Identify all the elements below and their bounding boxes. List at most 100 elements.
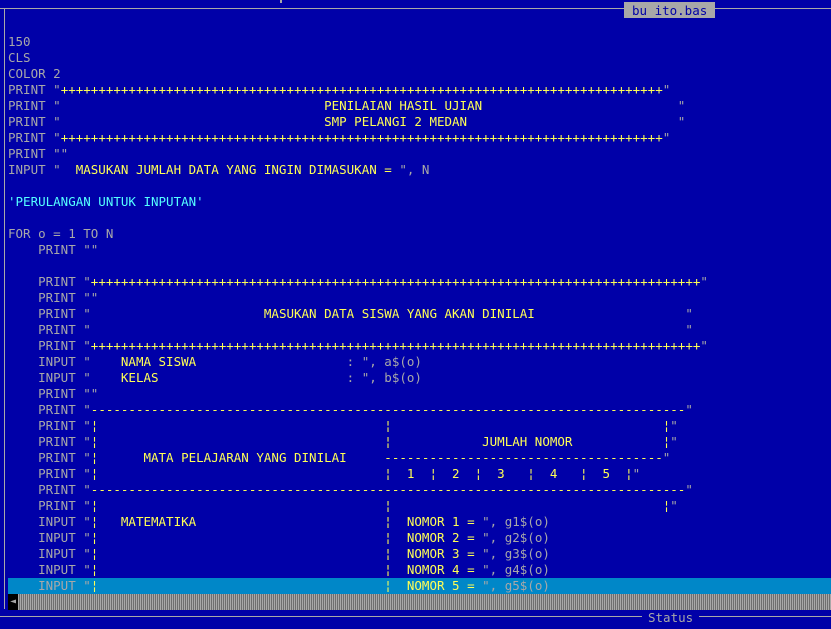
string-literal: ¦ ¦ JUMLAH NOMOR ¦ — [90, 434, 671, 449]
quote: ", g5$(o) — [482, 578, 550, 593]
code-line: PRINT " MASUKAN DATA SISWA YANG AKAN DIN… — [8, 306, 693, 322]
code-line: INPUT "¦ ¦ NOMOR 3 = ", g3$(o) — [8, 546, 550, 562]
code-line: INPUT " KELAS : ", b$(o) — [8, 370, 422, 386]
string-literal: ++++++++++++++++++++++++++++++++++++++++… — [90, 274, 701, 289]
keyword: INPUT " — [8, 514, 91, 529]
quote: ", g4$(o) — [482, 562, 550, 577]
keyword: INPUT " — [8, 578, 91, 593]
quote: : ", b$(o) — [158, 370, 422, 385]
code-line: PRINT "¦ ¦ 1 ¦ 2 ¦ 3 ¦ 4 ¦ 5 ¦" — [8, 466, 640, 482]
code-line: INPUT " MASUKAN JUMLAH DATA YANG INGIN D… — [8, 162, 429, 178]
string-literal: MASUKAN JUMLAH DATA YANG INGIN DIMASUKAN… — [75, 162, 400, 177]
code-line: PRINT " SMP PELANGI 2 MEDAN " — [8, 114, 685, 130]
keyword: PRINT " — [8, 274, 91, 289]
string-literal: PENILAIAN HASIL UJIAN — [60, 98, 483, 113]
code-line: PRINT " " — [8, 322, 693, 338]
code-line: PRINT "" — [8, 386, 99, 401]
status-bar — [0, 616, 831, 629]
keyword: PRINT " — [8, 402, 91, 417]
string-literal: ¦ ¦ NOMOR 3 = — [90, 546, 483, 561]
code-line: PRINT "---------------------------------… — [8, 482, 693, 498]
window-title[interactable]: bu ito.bas — [624, 2, 716, 18]
string-literal: ¦ ¦ ¦ — [90, 498, 671, 513]
keyword: PRINT " — [8, 306, 91, 321]
quote: ", N — [399, 162, 430, 177]
quote: " — [670, 434, 678, 449]
keyword: PRINT " — [8, 130, 61, 145]
quote: " — [534, 306, 693, 321]
code-line: PRINT "+++++++++++++++++++++++++++++++++… — [8, 82, 670, 98]
keyword: INPUT " — [8, 562, 91, 577]
code-line: PRINT "¦ MATA PELAJARAN YANG DINILAI ---… — [8, 450, 670, 466]
keyword: INPUT " — [8, 546, 91, 561]
keyword: INPUT " — [8, 354, 91, 369]
code-line: PRINT "+++++++++++++++++++++++++++++++++… — [8, 130, 670, 146]
code-line: PRINT "" — [8, 146, 69, 161]
string-literal: MASUKAN DATA SISWA YANG AKAN DINILAI — [90, 306, 535, 321]
code-line: PRINT "¦ ¦ JUMLAH NOMOR ¦" — [8, 434, 678, 450]
string-literal: ¦ ¦ NOMOR 4 = — [90, 562, 483, 577]
string-literal: ++++++++++++++++++++++++++++++++++++++++… — [60, 82, 663, 97]
code-line: PRINT "+++++++++++++++++++++++++++++++++… — [8, 338, 708, 354]
window-frame-left — [4, 9, 5, 609]
keyword: INPUT " — [8, 162, 76, 177]
code-line: PRINT "---------------------------------… — [8, 402, 693, 418]
string-literal: ++++++++++++++++++++++++++++++++++++++++… — [90, 338, 701, 353]
string-literal: SMP PELANGI 2 MEDAN — [60, 114, 468, 129]
quote: " — [662, 82, 671, 97]
code-line: FOR o = 1 TO N — [8, 226, 114, 241]
code-line: 150 — [8, 34, 31, 49]
quote: " — [700, 338, 708, 353]
code-line: COLOR 2 — [8, 66, 61, 81]
quote: " — [662, 130, 671, 145]
keyword: PRINT " — [8, 82, 61, 97]
quote: ", g3$(o) — [482, 546, 550, 561]
keyword: PRINT " — [8, 498, 91, 513]
string-literal: ++++++++++++++++++++++++++++++++++++++++… — [60, 130, 663, 145]
code-line: PRINT "+++++++++++++++++++++++++++++++++… — [8, 274, 708, 290]
menu-marker — [280, 0, 282, 3]
quote: " — [685, 482, 693, 497]
string-literal: KELAS — [90, 370, 159, 385]
keyword: INPUT " — [8, 530, 91, 545]
string-literal: ¦ ¦ NOMOR 5 = — [90, 578, 483, 593]
quote: " — [700, 274, 708, 289]
keyword: PRINT " — [8, 418, 91, 433]
code-comment: 'PERULANGAN UNTUK INPUTAN' — [8, 194, 204, 209]
quote: " — [670, 498, 678, 513]
keyword: PRINT " — [8, 466, 91, 481]
current-code-line[interactable]: INPUT "¦ ¦ NOMOR 5 = ", g5$(o) — [8, 578, 831, 594]
scroll-left-icon[interactable]: ◄ — [8, 594, 18, 610]
keyword: PRINT " — [8, 450, 91, 465]
quote: " — [685, 402, 693, 417]
keyword: PRINT " — [8, 114, 61, 129]
code-line: INPUT "¦ ¦ NOMOR 2 = ", g2$(o) — [8, 530, 550, 546]
string-literal: ¦ ¦ 1 ¦ 2 ¦ 3 ¦ 4 ¦ 5 ¦ — [90, 466, 633, 481]
quote: " — [90, 322, 693, 337]
code-line: PRINT "" — [8, 290, 99, 305]
horizontal-scrollbar[interactable]: ◄ — [8, 594, 831, 610]
code-line: PRINT "" — [8, 242, 99, 257]
string-literal: ----------------------------------------… — [90, 402, 686, 417]
status-label: Status — [642, 611, 700, 625]
code-line: INPUT "¦ MATEMATIKA ¦ NOMOR 1 = ", g1$(o… — [8, 514, 550, 530]
string-literal: ¦ ¦ ¦ — [90, 418, 671, 433]
quote: " — [670, 418, 678, 433]
keyword: PRINT " — [8, 338, 91, 353]
string-literal: ¦ ¦ NOMOR 2 = — [90, 530, 483, 545]
string-literal: ----------------------------------------… — [90, 482, 686, 497]
code-line: PRINT " PENILAIAN HASIL UJIAN " — [8, 98, 685, 114]
keyword: PRINT " — [8, 434, 91, 449]
code-line: CLS — [8, 50, 31, 65]
quote: ", g2$(o) — [482, 530, 550, 545]
code-line: PRINT "¦ ¦ ¦" — [8, 498, 678, 514]
string-literal: ¦ MATEMATIKA ¦ NOMOR 1 = — [90, 514, 483, 529]
string-literal: NAMA SISWA — [90, 354, 197, 369]
code-editor[interactable]: 150 CLS COLOR 2 PRINT "+++++++++++++++++… — [8, 34, 831, 594]
quote: " — [662, 450, 671, 465]
quote: " — [467, 114, 686, 129]
keyword: PRINT " — [8, 322, 91, 337]
quote: ", g1$(o) — [482, 514, 550, 529]
string-literal: ¦ MATA PELAJARAN YANG DINILAI ----------… — [90, 450, 663, 465]
code-line: PRINT "¦ ¦ ¦" — [8, 418, 678, 434]
